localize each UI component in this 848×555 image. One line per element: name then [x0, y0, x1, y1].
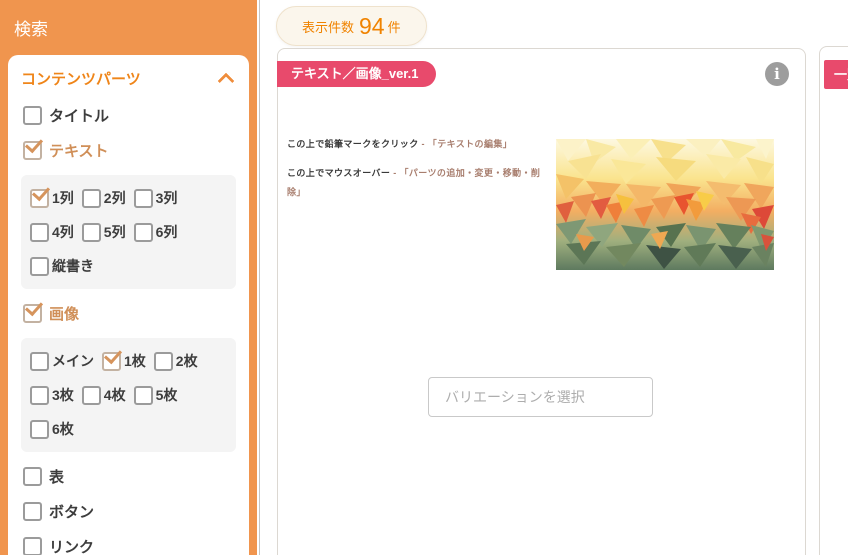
checkbox-icon [30, 420, 49, 439]
filter-option[interactable]: 4枚 [82, 385, 126, 405]
app-window: 検索 コンテンツパーツ タイトル テキスト 1列 [0, 0, 848, 555]
filter-label: ボタン [49, 501, 94, 522]
chevron-up-icon [218, 73, 235, 90]
filter-option[interactable]: 4列 [30, 222, 74, 242]
result-count-badge: 表示件数 94 件 [276, 6, 427, 46]
filter-option-label: 4列 [52, 222, 74, 242]
filter-image[interactable]: 画像 [23, 303, 234, 324]
instruction-lead: この上で鉛筆マークをクリック [287, 139, 419, 149]
panel-content-parts: コンテンツパーツ タイトル テキスト 1列 [8, 55, 249, 555]
checkbox-icon [82, 189, 101, 208]
checkbox-icon [30, 386, 49, 405]
filter-option[interactable]: 2枚 [154, 351, 198, 371]
info-icon[interactable]: i [765, 62, 789, 86]
flower-low-poly-image [556, 139, 774, 270]
checkbox-icon [82, 223, 101, 242]
part-name-tag: テキスト／画像_ver.1 [277, 61, 436, 87]
section-header-content-parts[interactable]: コンテンツパーツ [21, 65, 236, 91]
filter-option-label: 3列 [156, 188, 178, 208]
filter-option[interactable]: 6列 [134, 222, 178, 242]
filter-title[interactable]: タイトル [23, 105, 234, 126]
variation-select[interactable]: バリエーションを選択 [428, 377, 653, 417]
filter-option[interactable]: メイン [30, 351, 94, 371]
filter-option-label: 3枚 [52, 385, 74, 405]
filter-option-label: 縦書き [52, 256, 94, 276]
instruction-lead: この上でマウスオーバー [287, 168, 390, 178]
sidebar-title: 検索 [0, 0, 257, 55]
checkbox-icon [23, 467, 42, 486]
checkbox-icon [30, 352, 49, 371]
filter-option[interactable]: 3列 [134, 188, 178, 208]
filter-option[interactable]: 5枚 [134, 385, 178, 405]
filter-option[interactable]: 6枚 [30, 419, 74, 439]
count-unit: 件 [388, 17, 401, 36]
checkbox-icon [154, 352, 173, 371]
filter-option[interactable]: 2列 [82, 188, 126, 208]
checkbox-icon [30, 223, 49, 242]
search-sidebar: 検索 コンテンツパーツ タイトル テキスト 1列 [0, 0, 257, 555]
checkbox-icon [23, 106, 42, 125]
filter-row[interactable]: ボタン [23, 501, 234, 522]
filter-row[interactable]: リンク [23, 536, 234, 555]
instruction-line: この上で鉛筆マークをクリック - 「テキストの編集」 [287, 135, 549, 154]
part-instructions: この上で鉛筆マークをクリック - 「テキストの編集」 この上でマウスオーバー -… [287, 135, 549, 202]
filter-label: 画像 [49, 303, 79, 324]
checkbox-icon [30, 189, 49, 208]
filter-label: 表 [49, 466, 64, 487]
section-title: コンテンツパーツ [21, 68, 141, 89]
filter-option-label: 2枚 [176, 351, 198, 371]
checkbox-icon [134, 386, 153, 405]
checkbox-icon [23, 304, 42, 323]
filter-label: テキスト [49, 140, 109, 161]
filter-option[interactable]: 縦書き [30, 256, 94, 276]
filter-label: リンク [49, 536, 94, 555]
filter-option-label: 2列 [104, 188, 126, 208]
count-label: 表示件数 [302, 17, 354, 36]
checkbox-icon [102, 352, 121, 371]
checkbox-icon [134, 189, 153, 208]
filter-option[interactable]: 1列 [30, 188, 74, 208]
other-filters: 表 ボタン リンク タブ [21, 466, 236, 555]
filter-option-label: 5列 [104, 222, 126, 242]
checkbox-icon [23, 502, 42, 521]
count-value: 94 [359, 13, 385, 40]
checkbox-icon [134, 223, 153, 242]
filter-option-label: 5枚 [156, 385, 178, 405]
filter-label: タイトル [49, 105, 109, 126]
image-count-options: メイン 1枚 2枚 3枚 [21, 338, 236, 452]
instruction-line: この上でマウスオーバー - 「パーツの追加・変更・移動・削除」 [287, 164, 549, 202]
checkbox-icon [30, 257, 49, 276]
instruction-rest: - 「テキストの編集」 [419, 139, 513, 149]
filter-option-label: 6列 [156, 222, 178, 242]
filter-option-label: 1枚 [124, 351, 146, 371]
checkbox-icon [23, 537, 42, 555]
checkbox-icon [82, 386, 101, 405]
filter-row[interactable]: 表 [23, 466, 234, 487]
filter-option-label: メイン [52, 351, 94, 371]
part-name-tag: 一覧 [824, 60, 848, 89]
filter-option-label: 6枚 [52, 419, 74, 439]
part-card: テキスト／画像_ver.1 i この上で鉛筆マークをクリック - 「テキストの編… [277, 48, 806, 555]
filter-option[interactable]: 3枚 [30, 385, 74, 405]
filter-option[interactable]: 5列 [82, 222, 126, 242]
text-column-options: 1列 2列 3列 4列 [21, 175, 236, 289]
next-part-card: 一覧 [819, 46, 848, 555]
sidebar-divider [259, 0, 260, 555]
filter-option[interactable]: 1枚 [102, 351, 146, 371]
filter-option-label: 4枚 [104, 385, 126, 405]
filter-text[interactable]: テキスト [23, 140, 234, 161]
filter-option-label: 1列 [52, 188, 74, 208]
checkbox-icon [23, 141, 42, 160]
